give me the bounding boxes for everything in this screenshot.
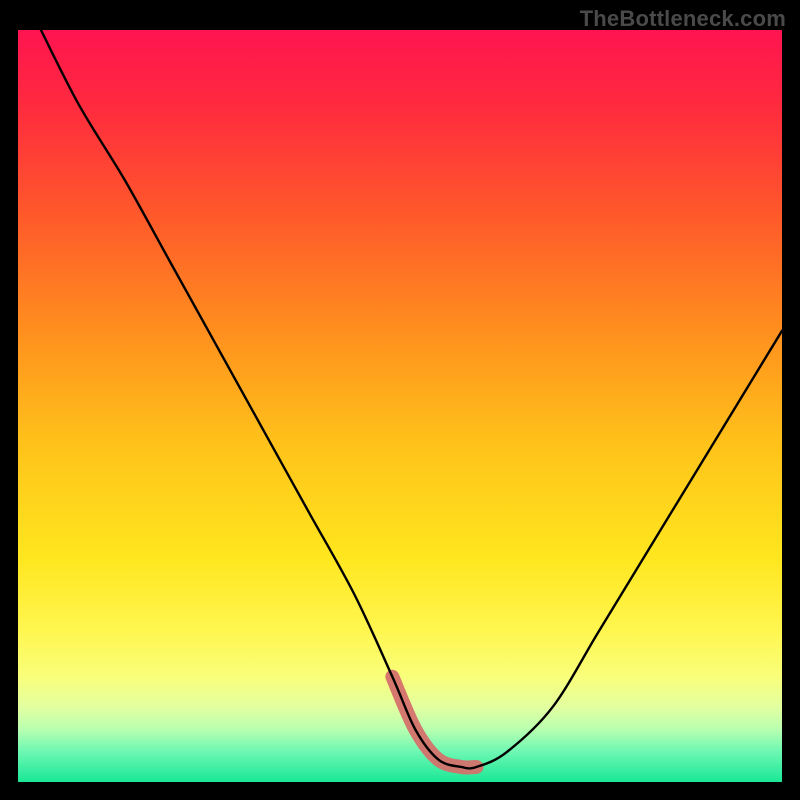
plot-area <box>18 30 782 782</box>
chart-svg <box>18 30 782 782</box>
gradient-background <box>18 30 782 782</box>
watermark-text: TheBottleneck.com <box>580 6 786 32</box>
chart-frame: TheBottleneck.com <box>0 0 800 800</box>
